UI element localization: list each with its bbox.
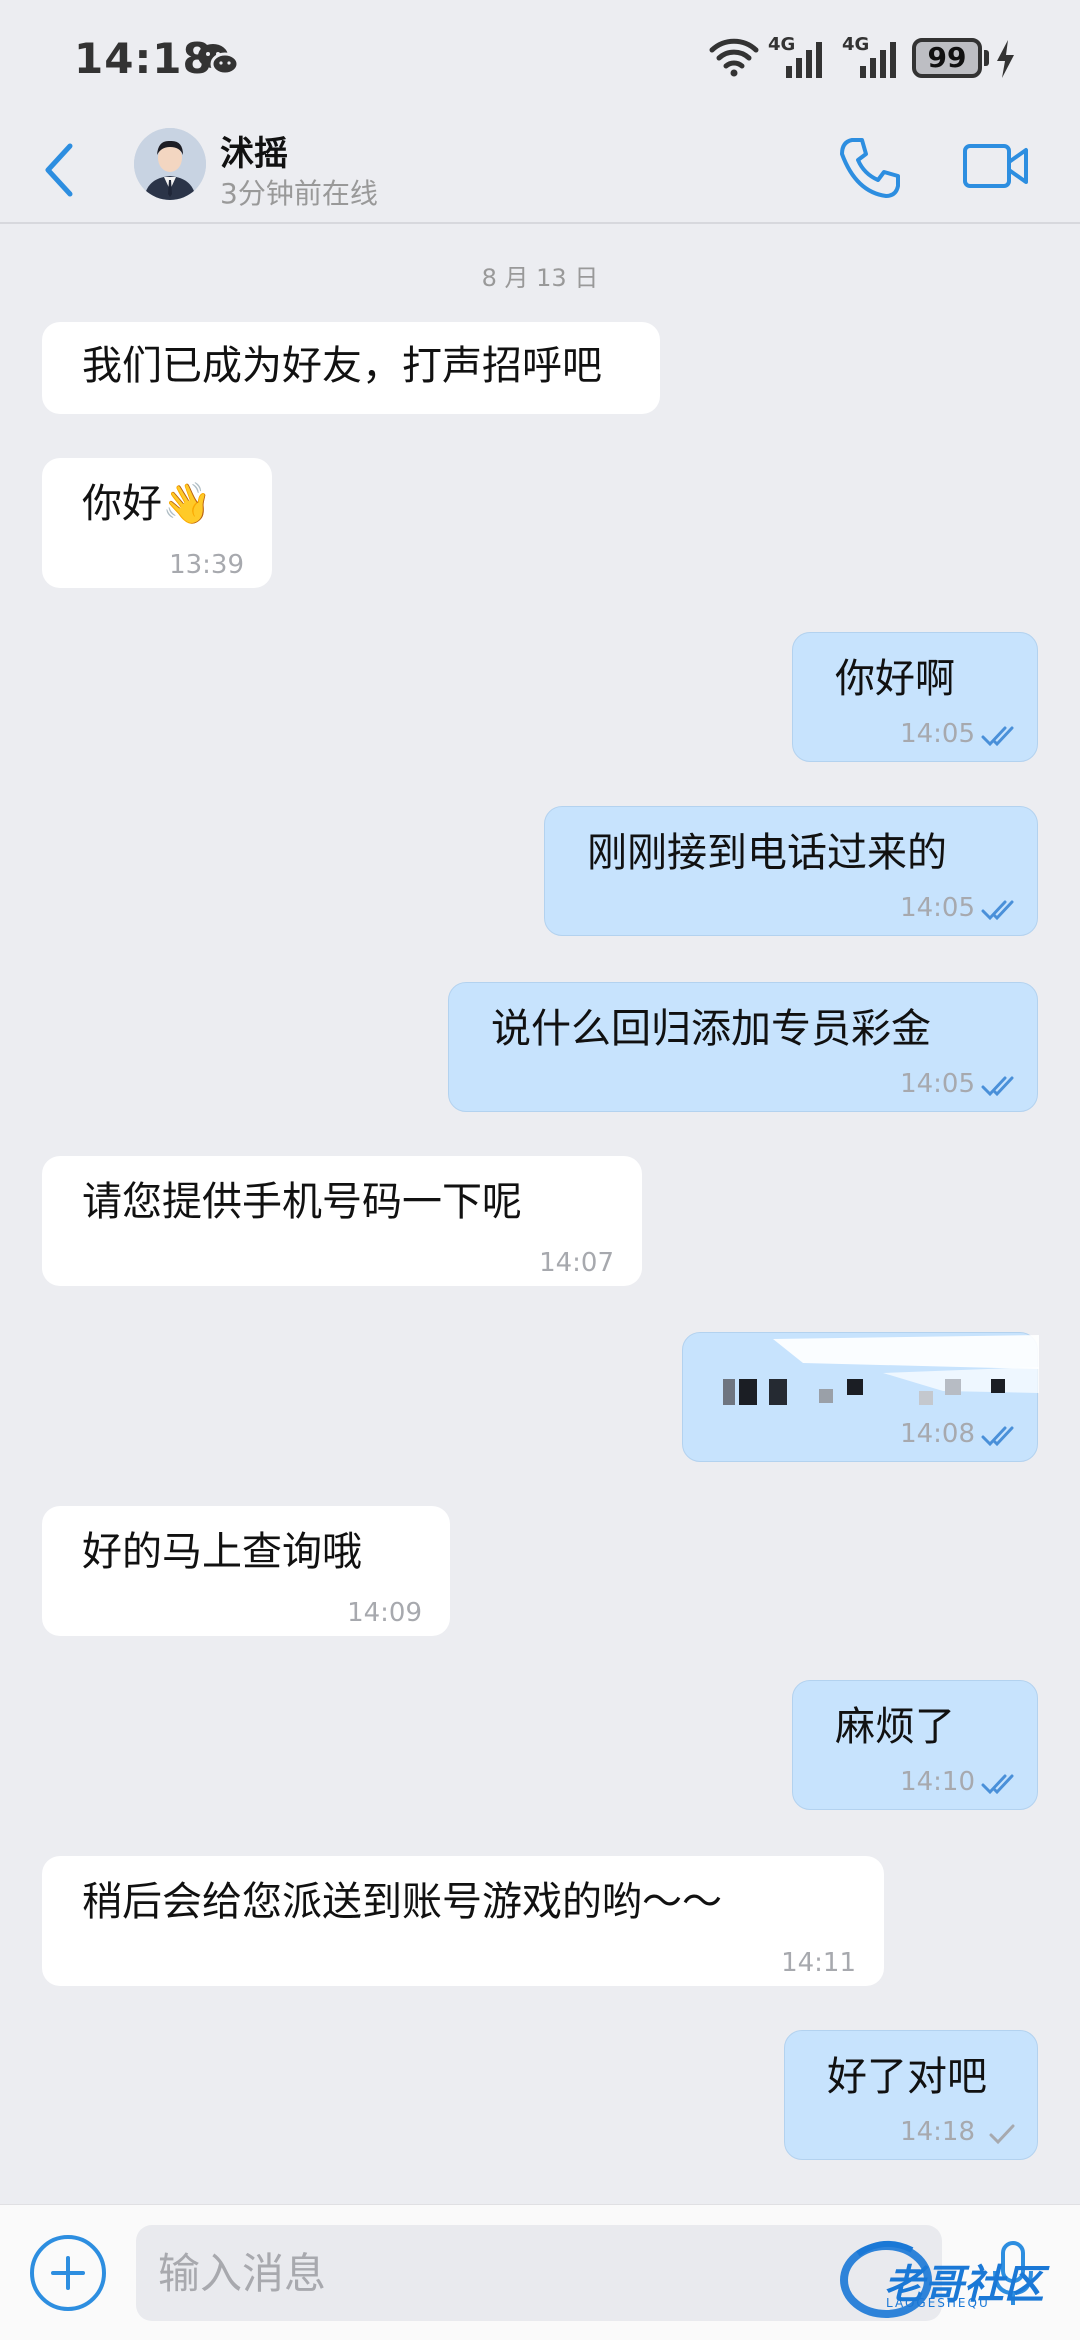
message-time: 14:07 <box>539 1248 614 1278</box>
redacted-phone-number <box>723 1335 1039 1405</box>
message-text: 我们已成为好友，打声招呼吧 <box>82 343 602 389</box>
message-time: 14:10 <box>900 1767 975 1797</box>
chat-header: 沭摇 3分钟前在线 <box>0 120 1080 224</box>
watermark-subtext: LAOGESHEQU <box>886 2296 990 2310</box>
message-text: 麻烦了 <box>835 1704 955 1750</box>
message-time: 14:05 <box>900 719 975 749</box>
message-bubble-in[interactable]: 好的马上查询哦 14:09 <box>42 1506 450 1636</box>
message-time: 14:05 <box>900 893 975 923</box>
message-time: 14:08 <box>900 1419 975 1449</box>
message-text: 你好👋 <box>82 481 212 527</box>
battery-icon: 99 <box>912 38 982 78</box>
wechat-icon <box>198 44 240 76</box>
double-check-icon <box>981 900 1014 921</box>
message-text: 好的马上查询哦 <box>82 1529 362 1575</box>
avatar[interactable] <box>134 128 206 200</box>
status-bar: 14:18 4G 4G 99 <box>0 0 1080 120</box>
message-bubble-out[interactable]: 说什么回归添加专员彩金 14:05 <box>448 982 1038 1112</box>
message-input[interactable] <box>136 2225 942 2321</box>
double-check-icon <box>981 1426 1014 1447</box>
message-text: 请您提供手机号码一下呢 <box>82 1179 522 1225</box>
message-time: 14:05 <box>900 1069 975 1099</box>
back-arrow-icon[interactable] <box>40 138 80 202</box>
add-attachment-button[interactable] <box>30 2235 106 2311</box>
charging-bolt-icon <box>997 40 1014 78</box>
contact-name: 沭摇 <box>220 134 288 174</box>
double-check-icon <box>981 1774 1014 1795</box>
message-time: 14:11 <box>781 1948 856 1978</box>
signal-bars-icon <box>786 42 822 78</box>
message-text: 好了对吧 <box>827 2054 987 2100</box>
phone-call-icon[interactable] <box>836 134 904 202</box>
message-bubble-out[interactable]: 14:08 <box>682 1332 1039 1462</box>
date-separator: 8 月 13 日 <box>481 264 599 292</box>
message-text: 稍后会给您派送到账号游戏的哟～～ <box>82 1879 722 1925</box>
video-call-icon[interactable] <box>962 140 1030 192</box>
message-bubble-in[interactable]: 你好👋 13:39 <box>42 458 272 588</box>
message-bubble-in[interactable]: 我们已成为好友，打声招呼吧 <box>42 322 660 414</box>
contact-status: 3分钟前在线 <box>220 177 378 210</box>
double-check-icon <box>981 726 1014 747</box>
battery-cap <box>984 50 989 66</box>
message-time: 14:18 <box>900 2117 975 2147</box>
double-check-icon <box>981 1076 1014 1097</box>
signal-bars-icon <box>860 42 896 78</box>
message-time: 13:39 <box>169 550 244 580</box>
message-bubble-out[interactable]: 麻烦了 14:10 <box>792 1680 1038 1810</box>
message-text: 刚刚接到电话过来的 <box>587 830 947 876</box>
message-time: 14:09 <box>347 1598 422 1628</box>
message-bubble-out[interactable]: 好了对吧 14:18 <box>784 2030 1038 2160</box>
message-bubble-out[interactable]: 刚刚接到电话过来的 14:05 <box>544 806 1038 936</box>
message-text: 你好啊 <box>835 656 955 702</box>
single-check-icon <box>989 2124 1015 2145</box>
avatar-image <box>134 128 206 200</box>
message-bubble-out[interactable]: 你好啊 14:05 <box>792 632 1038 762</box>
wifi-icon <box>709 38 759 77</box>
message-text: 说什么回归添加专员彩金 <box>491 1006 931 1052</box>
message-bubble-in[interactable]: 稍后会给您派送到账号游戏的哟～～ 14:11 <box>42 1856 884 1986</box>
message-bubble-in[interactable]: 请您提供手机号码一下呢 14:07 <box>42 1156 642 1286</box>
status-time: 14:18 <box>74 34 213 83</box>
